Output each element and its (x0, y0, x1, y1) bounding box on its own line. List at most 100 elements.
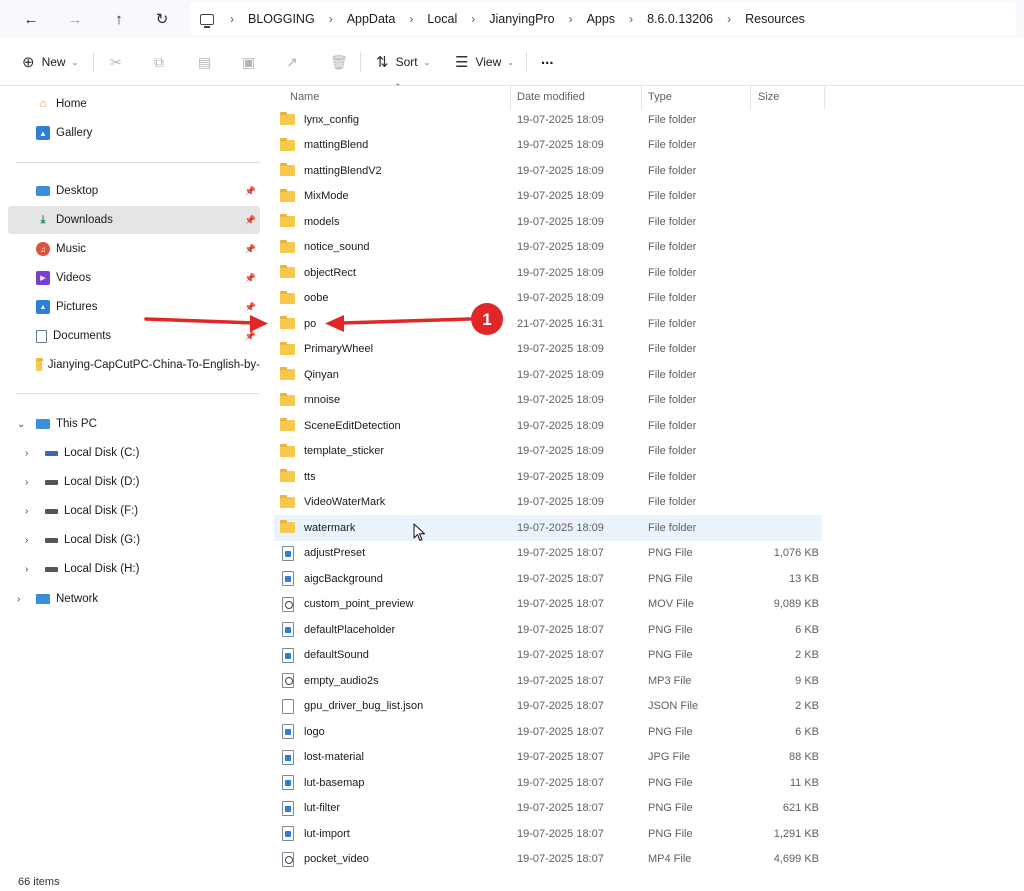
column-header-type[interactable]: Type (642, 86, 750, 108)
folder-row[interactable]: notice_sound 19-07-2025 18:09 File folder (274, 235, 822, 261)
breadcrumb-item[interactable]: Apps (587, 12, 616, 26)
paste-icon[interactable]: ▤ (198, 50, 211, 74)
sidebar-item-gallery[interactable]: ▲ Gallery (8, 119, 260, 147)
sidebar-item-videos[interactable]: ▶ Videos 📌 (8, 264, 260, 292)
sidebar-item-jianying-folder[interactable]: Jianying-CapCutPC-China-To-English-by- (8, 351, 260, 379)
pin-icon[interactable]: 📌 (245, 273, 256, 284)
file-name: VideoWaterMark (304, 496, 386, 509)
file-row[interactable]: lut-import 19-07-2025 18:07 PNG File 1,291 … (274, 821, 822, 847)
sidebar-item-pictures[interactable]: ▲ Pictures 📌 (8, 293, 260, 321)
windows-drive-icon (44, 446, 58, 460)
folder-row[interactable]: po 21-07-2025 16:31 File folder (274, 311, 822, 337)
folder-row[interactable]: mattingBlend 19-07-2025 18:09 File folder (274, 133, 822, 159)
sidebar-item-network[interactable]: › Network (8, 585, 260, 613)
breadcrumb-item[interactable]: Resources (745, 12, 805, 26)
rename-icon[interactable]: ▣ (242, 50, 255, 74)
sidebar-item-home[interactable]: ⌂ Home (8, 90, 260, 118)
column-divider[interactable] (824, 86, 825, 110)
chevron-down-icon[interactable]: ⌄ (17, 419, 25, 430)
file-row[interactable]: custom_point_preview 19-07-2025 18:07 MOV … (274, 592, 822, 618)
file-row[interactable]: adjustPreset 19-07-2025 18:07 PNG File 1,07… (274, 541, 822, 567)
name-cell: PrimaryWheel (280, 337, 373, 363)
sidebar-item-drive-d[interactable]: › Local Disk (D:) (8, 468, 260, 496)
breadcrumb-item[interactable]: BLOGGING (248, 12, 315, 26)
file-row[interactable]: defaultSound 19-07-2025 18:07 PNG File 2 KB (274, 643, 822, 669)
folder-row[interactable]: tts 19-07-2025 18:09 File folder (274, 464, 822, 490)
file-type: File folder (648, 139, 697, 152)
mp4-file-icon (282, 851, 294, 867)
breadcrumb-item[interactable]: Local (427, 12, 457, 26)
breadcrumb-item[interactable]: AppData (347, 12, 396, 26)
sidebar-item-drive-h[interactable]: › Local Disk (H:) (8, 555, 260, 583)
folder-row[interactable]: PrimaryWheel 19-07-2025 18:09 File folder (274, 337, 822, 363)
share-icon[interactable]: ↗ (286, 50, 298, 74)
more-options-button[interactable]: ... (541, 47, 554, 71)
file-row[interactable]: logo 19-07-2025 18:07 PNG File 6 KB (274, 719, 822, 745)
breadcrumb[interactable]: › BLOGGING › AppData › Local › JianyingP… (190, 2, 1016, 36)
new-button[interactable]: ⊕ New ⌄ (22, 50, 78, 74)
file-row[interactable]: lut-basemap 19-07-2025 18:07 PNG File 11 KB (274, 770, 822, 796)
forward-arrow-icon[interactable]: → (61, 6, 89, 32)
chevron-right-icon[interactable]: › (25, 477, 28, 488)
chevron-right-icon[interactable]: › (25, 535, 28, 546)
folder-row[interactable]: watermark 19-07-2025 18:09 File folder (274, 515, 822, 541)
pin-icon[interactable]: 📌 (245, 215, 256, 226)
folder-icon (280, 239, 295, 253)
sidebar-item-downloads[interactable]: ⤓ Downloads 📌 (8, 206, 260, 234)
sidebar-item-drive-f[interactable]: › Local Disk (F:) (8, 497, 260, 525)
column-header-name[interactable]: Name (284, 86, 508, 108)
chevron-right-icon[interactable]: › (25, 564, 28, 575)
file-row[interactable]: lut-filter 19-07-2025 18:07 PNG File 621 KB (274, 796, 822, 822)
folder-row[interactable]: template_sticker 19-07-2025 18:09 File fol… (274, 439, 822, 465)
file-row[interactable]: empty_audio2s 19-07-2025 18:07 MP3 File 9 K… (274, 668, 822, 694)
breadcrumb-item[interactable]: JianyingPro (489, 12, 554, 26)
folder-row[interactable]: lynx_config 19-07-2025 18:09 File folder (274, 107, 822, 133)
folder-row[interactable]: MixMode 19-07-2025 18:09 File folder (274, 184, 822, 210)
folder-row[interactable]: mattingBlendV2 19-07-2025 18:09 File folde… (274, 158, 822, 184)
folder-row[interactable]: models 19-07-2025 18:09 File folder (274, 209, 822, 235)
chevron-right-icon[interactable]: › (17, 594, 20, 605)
pin-icon[interactable]: 📌 (245, 302, 256, 313)
folder-row[interactable]: objectRect 19-07-2025 18:09 File folder (274, 260, 822, 286)
sidebar-item-documents[interactable]: Documents 📌 (8, 322, 260, 350)
name-cell: models (280, 209, 339, 235)
file-row[interactable]: gpu_driver_bug_list.json 19-07-2025 18:07… (274, 694, 822, 720)
column-header-date[interactable]: Date modified (511, 86, 641, 108)
column-header-size[interactable]: Size (752, 86, 824, 108)
view-button[interactable]: ☰ View ⌄ (455, 50, 514, 74)
sidebar-item-music[interactable]: ♫ Music 📌 (8, 235, 260, 263)
up-arrow-icon[interactable]: ↑ (105, 6, 133, 32)
this-pc-icon (36, 419, 50, 429)
file-row[interactable]: defaultPlaceholder 19-07-2025 18:07 PNG Fi… (274, 617, 822, 643)
pin-icon[interactable]: 📌 (245, 186, 256, 197)
file-row[interactable]: pocket_video 19-07-2025 18:07 MP4 File 4,69… (274, 847, 822, 873)
name-cell: notice_sound (280, 235, 369, 261)
pin-icon[interactable]: 📌 (245, 331, 256, 342)
file-row[interactable]: aigcBackground 19-07-2025 18:07 PNG File 13… (274, 566, 822, 592)
cut-icon[interactable]: ✂ (110, 50, 122, 74)
sort-button[interactable]: ⇅ Sort ⌄ (376, 50, 430, 74)
date-modified: 19-07-2025 18:07 (517, 547, 604, 560)
folder-row[interactable]: rnnoise 19-07-2025 18:09 File folder (274, 388, 822, 414)
sidebar-item-drive-c[interactable]: › Local Disk (C:) (8, 439, 260, 467)
folder-row[interactable]: Qinyan 19-07-2025 18:09 File folder (274, 362, 822, 388)
sidebar-item-desktop[interactable]: Desktop 📌 (8, 177, 260, 205)
this-pc-icon[interactable] (200, 13, 214, 28)
breadcrumb-item[interactable]: 8.6.0.13206 (647, 12, 713, 26)
sidebar-item-this-pc[interactable]: ⌄ This PC (8, 410, 260, 438)
chevron-right-icon[interactable]: › (25, 506, 28, 517)
date-modified: 19-07-2025 18:07 (517, 827, 604, 840)
refresh-icon[interactable]: ↻ (148, 6, 176, 32)
folder-row[interactable]: oobe 19-07-2025 18:09 File folder (274, 286, 822, 312)
folder-row[interactable]: SceneEditDetection 19-07-2025 18:09 File f… (274, 413, 822, 439)
sidebar-item-drive-g[interactable]: › Local Disk (G:) (8, 526, 260, 554)
file-row[interactable]: lost-material 19-07-2025 18:07 JPG File 88 … (274, 745, 822, 771)
folder-row[interactable]: VideoWaterMark 19-07-2025 18:09 File folde… (274, 490, 822, 516)
pin-icon[interactable]: 📌 (245, 244, 256, 255)
back-arrow-icon[interactable]: ← (17, 6, 45, 32)
folder-icon (280, 163, 295, 177)
chevron-right-icon[interactable]: › (25, 448, 28, 459)
sidebar-item-label: Desktop (56, 185, 99, 197)
delete-icon[interactable]: 🗑 (330, 50, 348, 74)
copy-icon[interactable]: ⧉ (154, 50, 164, 74)
